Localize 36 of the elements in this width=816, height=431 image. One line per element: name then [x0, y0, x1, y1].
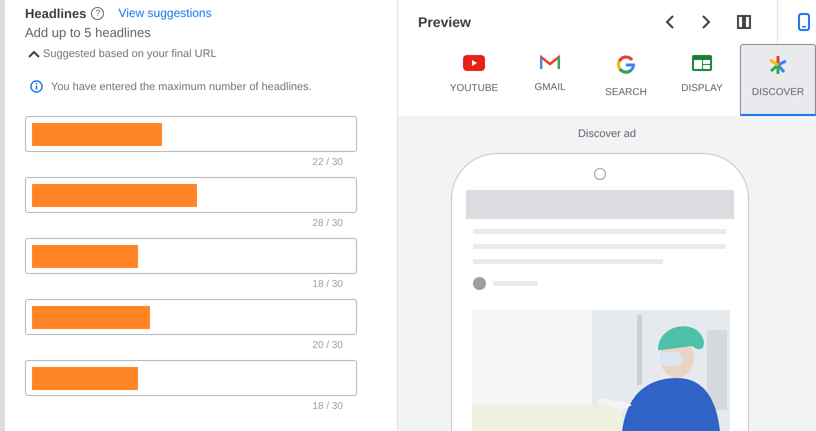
channel-tab[interactable]: GMAIL — [512, 44, 588, 116]
channel-tab[interactable]: DISPLAY — [664, 44, 740, 116]
play-icon — [463, 55, 485, 71]
chevron-right-icon[interactable] — [701, 15, 711, 29]
g-icon — [616, 55, 636, 75]
layout-icon — [692, 55, 712, 71]
channel-tab[interactable]: YOUTUBE — [436, 44, 512, 116]
headline-input[interactable] — [25, 238, 357, 274]
section-title: Headlines — [25, 6, 86, 20]
character-counter: 18 / 30 — [311, 279, 344, 290]
camera-dot — [594, 168, 606, 180]
suggested-toggle-label[interactable]: Suggested based on your final URL — [43, 48, 217, 60]
chevron-left-icon[interactable] — [665, 15, 675, 29]
info-icon — [30, 80, 43, 93]
help-icon[interactable]: ? — [91, 6, 104, 20]
headline-input[interactable] — [25, 177, 357, 213]
section-subtitle: Add up to 5 headlines — [25, 25, 152, 40]
info-message: You have entered the maximum number of headlines. — [51, 80, 312, 92]
asterisk-icon — [768, 55, 788, 75]
headline-input[interactable] — [25, 360, 357, 396]
character-counter: 18 / 30 — [311, 401, 344, 412]
view-suggestions-link[interactable]: View suggestions — [118, 6, 212, 20]
headline-input[interactable] — [25, 116, 357, 152]
channel-tab[interactable]: DISCOVER — [740, 44, 816, 116]
character-counter: 28 / 30 — [311, 218, 344, 229]
envelope-icon — [540, 55, 560, 70]
character-counter: 20 / 30 — [311, 340, 344, 351]
preview-caption: Discover ad — [578, 128, 636, 140]
chevron-icon[interactable] — [28, 50, 40, 58]
character-counter: 22 / 30 — [311, 157, 344, 168]
headline-input[interactable] — [25, 299, 357, 335]
avatar-placeholder — [473, 277, 486, 290]
preview-title: Preview — [418, 14, 471, 30]
columns-icon[interactable] — [737, 15, 751, 29]
channel-tab[interactable]: SEARCH — [588, 44, 664, 116]
phone-icon[interactable] — [798, 13, 810, 31]
